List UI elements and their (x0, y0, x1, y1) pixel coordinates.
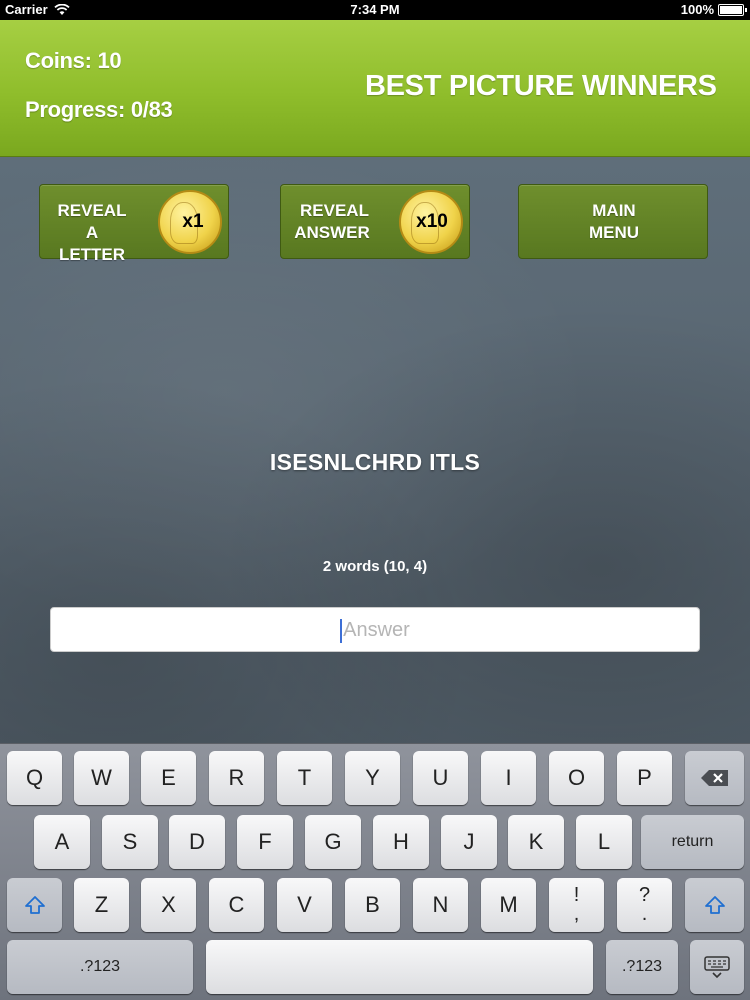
key-s[interactable]: S (102, 815, 158, 869)
key-k[interactable]: K (508, 815, 564, 869)
main-menu-line2: MENU (588, 223, 640, 242)
backspace-icon (700, 770, 728, 786)
reveal-answer-cost: x10 (416, 211, 448, 232)
key-l[interactable]: L (576, 815, 632, 869)
backspace-key[interactable] (685, 751, 744, 805)
key-y[interactable]: Y (345, 751, 400, 805)
main-menu-button[interactable]: MAIN MENU (518, 184, 708, 259)
key-v[interactable]: V (277, 878, 332, 932)
key-i[interactable]: I (481, 751, 536, 805)
key-w[interactable]: W (74, 751, 129, 805)
key-d[interactable]: D (169, 815, 225, 869)
coin-icon: x10 (399, 190, 463, 254)
reveal-answer-button[interactable]: REVEAL ANSWER x10 (280, 184, 470, 259)
return-key[interactable]: return (641, 815, 744, 869)
onscreen-keyboard: Q W E R T Y U I O P A S D F G H J K L re… (0, 743, 750, 1000)
key-m[interactable]: M (481, 878, 536, 932)
coins-counter: Coins: 10 (25, 48, 122, 73)
text-caret (340, 618, 343, 643)
key-n[interactable]: N (413, 878, 468, 932)
key-f[interactable]: F (237, 815, 293, 869)
coin-icon: x1 (158, 190, 222, 254)
key-c[interactable]: C (209, 878, 264, 932)
key-x[interactable]: X (141, 878, 196, 932)
main-menu-line1: MAIN (592, 201, 636, 220)
reveal-letter-line2: LETTER (58, 245, 126, 264)
status-bar: Carrier 7:34 PM 100% (0, 0, 750, 20)
reveal-letter-button[interactable]: REVEAL A LETTER x1 (39, 184, 229, 264)
puzzle-board: REVEAL A LETTER x1 REVEAL ANSWER x10 MAI… (0, 157, 750, 743)
battery-percent: 100% (680, 2, 714, 17)
key-h[interactable]: H (373, 815, 429, 869)
key-exclaim-comma[interactable]: !, (549, 878, 604, 932)
space-bar[interactable] (206, 940, 593, 994)
reveal-answer-line2: ANSWER (294, 223, 370, 242)
reveal-letter-cost: x1 (182, 211, 204, 232)
key-t[interactable]: T (277, 751, 332, 805)
anagram-text: ISESNLCHRD ITLS (269, 449, 481, 475)
clock: 7:34 PM (350, 2, 400, 17)
category-title: BEST PICTURE WINNERS (365, 70, 717, 102)
numbers-key-right[interactable]: .?123 (606, 940, 678, 994)
shift-key-left[interactable] (7, 878, 62, 932)
game-header: Coins: 10 Progress: 0/83 BEST PICTURE WI… (0, 20, 750, 157)
key-p[interactable]: P (617, 751, 672, 805)
key-o[interactable]: O (549, 751, 604, 805)
shift-arrow-icon (24, 896, 45, 914)
key-g[interactable]: G (305, 815, 361, 869)
key-r[interactable]: R (209, 751, 264, 805)
key-j[interactable]: J (441, 815, 497, 869)
progress-counter: Progress: 0/83 (25, 97, 173, 122)
battery-icon (718, 3, 747, 16)
key-q[interactable]: Q (7, 751, 62, 805)
key-b[interactable]: B (345, 878, 400, 932)
period-label: . (641, 903, 648, 925)
key-z[interactable]: Z (74, 878, 129, 932)
numbers-key-left[interactable]: .?123 (7, 940, 193, 994)
word-count-hint: 2 words (10, 4) (322, 558, 428, 575)
answer-input[interactable]: Answer (50, 607, 700, 652)
key-e[interactable]: E (141, 751, 196, 805)
answer-placeholder: Answer (343, 619, 410, 641)
reveal-letter-line1: REVEAL A (57, 201, 127, 242)
battery-status: 100% (680, 2, 747, 17)
key-u[interactable]: U (413, 751, 468, 805)
key-question-period[interactable]: ?. (617, 878, 672, 932)
keyboard-dismiss-icon (704, 956, 730, 979)
shift-arrow-icon (704, 896, 725, 914)
shift-key-right[interactable] (685, 878, 744, 932)
reveal-answer-line1: REVEAL (300, 201, 369, 220)
hide-keyboard-key[interactable] (690, 940, 744, 994)
comma-label: , (573, 903, 580, 925)
key-a[interactable]: A (34, 815, 90, 869)
